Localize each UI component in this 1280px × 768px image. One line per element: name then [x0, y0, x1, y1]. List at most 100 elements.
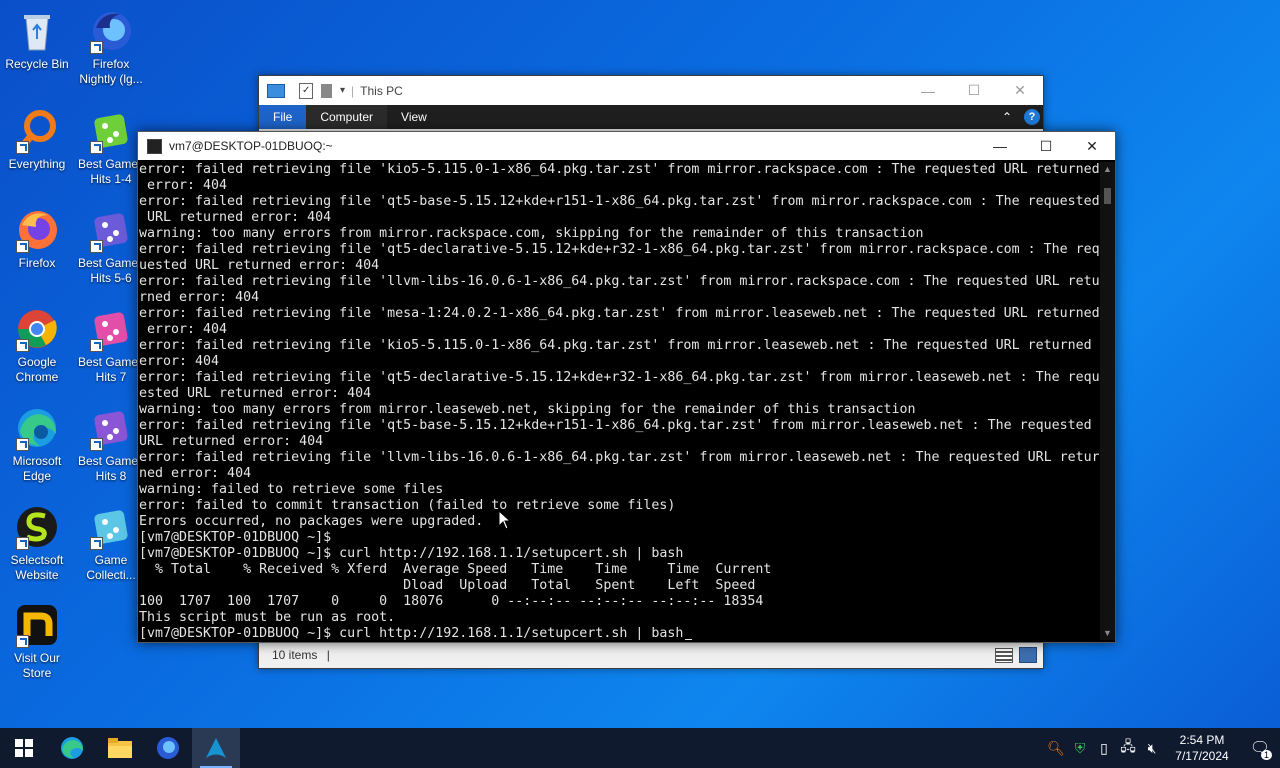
terminal-line: Dload Upload Total Spent Left Speed [139, 578, 756, 593]
purple-dice-icon [88, 207, 134, 253]
terminal-maximize-button[interactable]: ☐ [1023, 132, 1069, 160]
network-icon[interactable]: 🖧︎ [1116, 736, 1140, 760]
recycle-bin-icon [14, 8, 60, 54]
text-cursor [685, 639, 693, 640]
large-icons-view-icon[interactable] [1019, 647, 1037, 663]
customize-qat-icon[interactable]: ▾ [340, 85, 345, 96]
desktop-icon-everything[interactable]: Everything [0, 108, 74, 172]
terminal-titlebar[interactable]: vm7@DESKTOP-01DBUOQ:~ — ☐ ✕ [138, 132, 1115, 160]
clock-date: 7/17/2024 [1175, 749, 1229, 763]
mouse-cursor-icon [498, 510, 512, 530]
explorer-statusbar: 10 items | [259, 642, 1043, 668]
explorer-close-button[interactable]: ✕ [997, 77, 1043, 105]
taskbar-edge[interactable] [48, 728, 96, 768]
terminal-line: error: failed retrieving file 'qt5-decla… [139, 370, 1099, 385]
terminal-line: error: failed retrieving file 'qt5-decla… [139, 242, 1099, 257]
desktop-icon-selectsoft-website[interactable]: Selectsoft Website [0, 504, 74, 583]
terminal-line: This script must be run as root. [139, 610, 396, 625]
collapse-ribbon-icon[interactable]: ⌃ [1002, 110, 1012, 124]
tab-file[interactable]: File [259, 105, 307, 129]
tab-computer[interactable]: Computer [306, 105, 388, 129]
tab-view[interactable]: View [387, 105, 441, 129]
terminal-line: warning: too many errors from mirror.lea… [139, 402, 916, 417]
terminal-line: error: failed retrieving file 'llvm-libs… [139, 450, 1099, 465]
security-shield-icon[interactable]: ⛨ [1068, 740, 1092, 757]
terminal-line: error: failed retrieving file 'qt5-base-… [139, 194, 1099, 209]
desktop-icon-firefox-nightly[interactable]: Firefox Nightly (lg... [74, 8, 148, 87]
green-dice-icon [88, 108, 134, 154]
terminal-line: error: 404 [139, 178, 228, 193]
terminal-line: URL returned error: 404 [139, 434, 324, 449]
start-button[interactable] [0, 728, 48, 768]
terminal-window[interactable]: vm7@DESKTOP-01DBUOQ:~ — ☐ ✕ error: faile… [137, 131, 1116, 643]
notification-badge: 1 [1260, 750, 1272, 760]
explorer-ribbon: File Computer View ⌃ ? [259, 105, 1043, 129]
explorer-maximize-button[interactable]: ☐ [951, 77, 997, 105]
desktop-icon-firefox[interactable]: Firefox [0, 207, 74, 271]
terminal-line: error: failed retrieving file 'mesa-1:24… [139, 306, 1099, 321]
terminal-line: error: failed retrieving file 'llvm-libs… [139, 274, 1099, 289]
terminal-line: warning: failed to retrieve some files [139, 482, 444, 497]
terminal-line: Errors occurred, no packages were upgrad… [139, 514, 484, 529]
violet-dice-icon [88, 405, 134, 451]
terminal-line: error: 404 [139, 354, 220, 369]
desktop-icon-microsoft-edge[interactable]: Microsoft Edge [0, 405, 74, 484]
folder-icon [108, 738, 132, 758]
explorer-titlebar[interactable]: ✓ ▾ | This PC — ☐ ✕ [259, 76, 1043, 105]
action-center-icon[interactable]: 🗨︎ 1 [1240, 738, 1280, 760]
terminal-close-button[interactable]: ✕ [1069, 132, 1115, 160]
taskbar-arch-terminal[interactable] [192, 728, 240, 768]
terminal-line: error: failed retrieving file 'qt5-base-… [139, 418, 1092, 433]
system-tray: 🔍︎ ⛨ ▯ 🖧︎ 🔇︎ 2:54 PM 7/17/2024 🗨︎ 1 [1044, 728, 1280, 768]
terminal-minimize-button[interactable]: — [977, 132, 1023, 160]
properties-icon[interactable]: ✓ [299, 82, 313, 99]
search-tray-icon[interactable]: 🔍︎ [1044, 740, 1068, 757]
arch-linux-icon [206, 738, 226, 758]
terminal-line: rned error: 404 [139, 290, 260, 305]
terminal-line: error: failed retrieving file 'kio5-5.11… [139, 162, 1099, 177]
pink-dice-icon [88, 306, 134, 352]
details-view-icon[interactable] [995, 648, 1013, 663]
terminal-line: URL returned error: 404 [139, 210, 332, 225]
windows-logo-icon [15, 739, 33, 757]
firefox-nightly-icon [157, 737, 179, 759]
desktop-icon-visit-our-store[interactable]: Visit Our Store [0, 602, 74, 681]
blue-dice-icon [88, 504, 134, 550]
clock[interactable]: 2:54 PM 7/17/2024 [1164, 732, 1240, 764]
this-pc-icon [267, 83, 285, 98]
terminal-line: [vm7@DESKTOP-01DBUOQ ~]$ curl http://192… [139, 546, 684, 561]
firefox-icon [14, 207, 60, 253]
desktop-icon-recycle-bin[interactable]: Recycle Bin [0, 8, 74, 72]
new-folder-icon[interactable] [321, 83, 332, 98]
desktop-icon-google-chrome[interactable]: Google Chrome [0, 306, 74, 385]
everything-search-icon [14, 108, 60, 154]
terminal-scrollbar[interactable]: ▲ ▼ [1100, 162, 1115, 640]
terminal-line: warning: too many errors from mirror.rac… [139, 226, 924, 241]
terminal-line: ned error: 404 [139, 466, 252, 481]
firefox-nightly-icon [88, 8, 134, 54]
taskbar: 🔍︎ ⛨ ▯ 🖧︎ 🔇︎ 2:54 PM 7/17/2024 🗨︎ 1 [0, 728, 1280, 768]
explorer-title: This PC [360, 83, 403, 98]
selectsoft-icon [14, 504, 60, 550]
terminal-output[interactable]: error: failed retrieving file 'kio5-5.11… [139, 162, 1099, 640]
taskbar-file-explorer[interactable] [96, 728, 144, 768]
chrome-icon [14, 306, 60, 352]
volume-muted-icon[interactable]: 🔇︎ [1140, 740, 1164, 757]
explorer-minimize-button[interactable]: — [905, 77, 951, 105]
terminal-line: [vm7@DESKTOP-01DBUOQ ~]$ curl http://192… [139, 626, 1099, 640]
usb-device-icon[interactable]: ▯ [1092, 740, 1116, 757]
terminal-line: error: failed retrieving file 'kio5-5.11… [139, 338, 1092, 353]
taskbar-firefox-nightly[interactable] [144, 728, 192, 768]
terminal-text: error: failed retrieving file 'kio5-5.11… [139, 162, 1099, 640]
edge-icon [14, 405, 60, 451]
terminal-line: error: 404 [139, 322, 228, 337]
terminal-line: % Total % Received % Xferd Average Speed… [139, 562, 772, 577]
terminal-line: [vm7@DESKTOP-01DBUOQ ~]$ [139, 530, 332, 545]
terminal-line: ested URL returned error: 404 [139, 386, 372, 401]
terminal-title: vm7@DESKTOP-01DBUOQ:~ [169, 139, 333, 153]
terminal-line: 100 1707 100 1707 0 0 18076 0 --:--:-- -… [139, 594, 764, 609]
terminal-line: error: failed to commit transaction (fai… [139, 498, 676, 513]
help-icon[interactable]: ? [1024, 109, 1040, 125]
clock-time: 2:54 PM [1179, 733, 1225, 747]
item-count: 10 items [272, 648, 318, 662]
